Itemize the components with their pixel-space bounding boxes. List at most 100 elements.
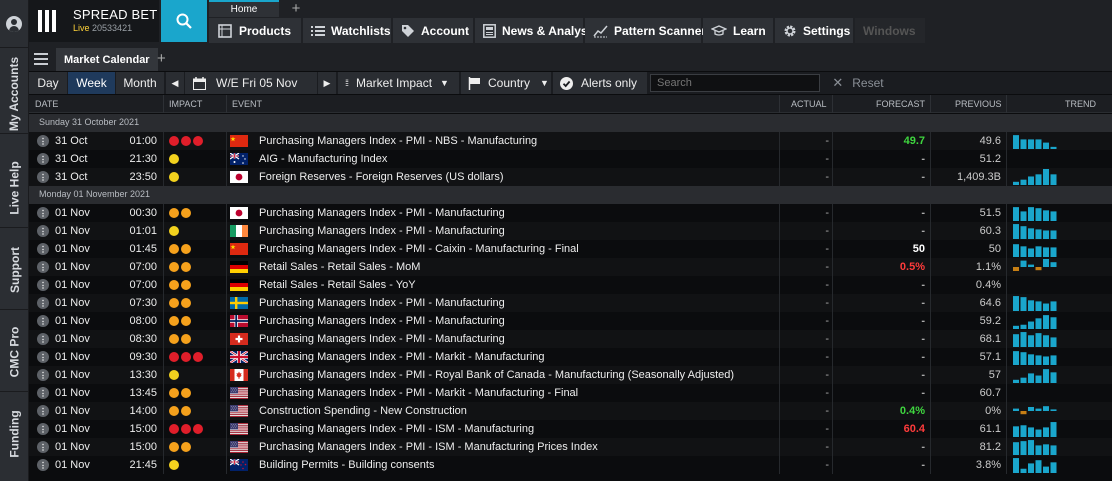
week-selector[interactable]: W/E Fri 05 Nov bbox=[185, 72, 317, 94]
event-time: 13:30 bbox=[129, 369, 157, 381]
table-row[interactable]: ⋮ 01 Nov 14:00 Construction Spending - New … bbox=[29, 402, 1112, 420]
day-view-button[interactable]: Day bbox=[29, 72, 67, 94]
table-row[interactable]: ⋮ 31 Oct 01:00 Purchasing Managers Index - … bbox=[29, 132, 1112, 150]
sidebar-item-cmc-pro[interactable]: CMC Pro bbox=[0, 312, 29, 392]
more-options-icon[interactable]: ⋮ bbox=[37, 387, 49, 399]
more-options-icon[interactable]: ⋮ bbox=[37, 369, 49, 381]
table-row[interactable]: ⋮ 31 Oct 23:50 Foreign Reserves - Foreign R… bbox=[29, 168, 1112, 186]
more-options-icon[interactable]: ⋮ bbox=[37, 405, 49, 417]
nav-pattern-scanner-button[interactable]: Pattern Scanner bbox=[585, 18, 706, 43]
table-row[interactable]: ⋮ 01 Nov 01:01 Purchasing Managers Index - … bbox=[29, 222, 1112, 240]
forecast-value: - bbox=[921, 333, 925, 345]
search-input[interactable] bbox=[650, 74, 820, 92]
more-options-icon[interactable]: ⋮ bbox=[37, 423, 49, 435]
more-options-icon[interactable]: ⋮ bbox=[37, 135, 49, 147]
global-search-button[interactable] bbox=[161, 0, 207, 42]
country-dropdown[interactable]: Country ▼ bbox=[461, 72, 551, 94]
more-options-icon[interactable]: ⋮ bbox=[37, 279, 49, 291]
actual-value: - bbox=[825, 405, 829, 417]
impact-indicator bbox=[169, 136, 205, 146]
hamburger-menu-icon[interactable] bbox=[34, 53, 48, 65]
table-row[interactable]: ⋮ 01 Nov 07:30 Purchasing Managers Index - … bbox=[29, 294, 1112, 312]
add-tab-button[interactable]: + bbox=[281, 0, 311, 17]
nav-learn-button[interactable]: Learn bbox=[703, 18, 773, 43]
nav-watchlists-button[interactable]: Watchlists bbox=[303, 18, 391, 43]
table-row[interactable]: ⋮ 01 Nov 15:00 Purchasing Managers Index - … bbox=[29, 420, 1112, 438]
alerts-only-toggle[interactable]: Alerts only bbox=[553, 72, 647, 94]
column-previous[interactable]: PREVIOUS bbox=[955, 99, 1002, 109]
close-icon: ✕ bbox=[832, 75, 844, 90]
event-name: Foreign Reserves - Foreign Reserves (US … bbox=[259, 171, 504, 183]
table-row[interactable]: ⋮ 01 Nov 07:00 Retail Sales - Retail Sales … bbox=[29, 258, 1112, 276]
table-row[interactable]: ⋮ 01 Nov 13:45 Purchasing Managers Index - … bbox=[29, 384, 1112, 402]
forecast-value: - bbox=[921, 225, 925, 237]
next-week-button[interactable]: ▶ bbox=[318, 72, 336, 94]
more-options-icon[interactable]: ⋮ bbox=[37, 333, 49, 345]
add-panel-button[interactable]: + bbox=[157, 50, 166, 67]
tab-home[interactable]: Home bbox=[209, 0, 279, 17]
column-actual[interactable]: ACTUAL bbox=[791, 99, 827, 109]
trend-bar bbox=[1020, 211, 1027, 221]
reset-button[interactable]: ✕ Reset bbox=[823, 72, 893, 94]
table-row[interactable]: ⋮ 01 Nov 21:45 Building Permits - Building … bbox=[29, 456, 1112, 474]
prev-week-button[interactable]: ◀ bbox=[166, 72, 184, 94]
impact-dot bbox=[181, 442, 191, 452]
column-date[interactable]: DATE bbox=[35, 99, 58, 109]
table-row[interactable]: ⋮ 01 Nov 15:00 Purchasing Managers Index - … bbox=[29, 438, 1112, 456]
country-flag-icon bbox=[230, 279, 248, 291]
sidebar-item-my-accounts[interactable]: My Accounts bbox=[0, 54, 29, 134]
account-info: Live 20533421 bbox=[73, 23, 132, 33]
nav-windows-button[interactable]: Windows bbox=[855, 18, 925, 43]
nav-products-button[interactable]: Products bbox=[209, 18, 301, 43]
table-row[interactable]: ⋮ 01 Nov 09:30 Purchasing Managers Index - … bbox=[29, 348, 1112, 366]
table-row[interactable]: ⋮ 01 Nov 00:30 Purchasing Managers Index - … bbox=[29, 204, 1112, 222]
trend-bar bbox=[1013, 296, 1019, 311]
actual-value: - bbox=[825, 387, 829, 399]
forecast-value: 49.7 bbox=[903, 135, 925, 147]
brand[interactable]: SPREAD BET Live 20533421 bbox=[29, 0, 159, 42]
date-group-header: Sunday 31 October 2021 bbox=[29, 114, 1112, 132]
calendar-toolbar: Day Week Month ◀ W/E Fri 05 Nov ▶ ⁞⁞ Mar… bbox=[29, 72, 1112, 94]
more-options-icon[interactable]: ⋮ bbox=[37, 441, 49, 453]
more-options-icon[interactable]: ⋮ bbox=[37, 243, 49, 255]
table-row[interactable]: ⋮ 01 Nov 07:00 Retail Sales - Retail Sales … bbox=[29, 276, 1112, 294]
table-row[interactable]: ⋮ 01 Nov 08:00 Purchasing Managers Index - … bbox=[29, 312, 1112, 330]
column-trend[interactable]: TREND bbox=[1065, 99, 1096, 109]
event-name: Retail Sales - Retail Sales - YoY bbox=[259, 279, 416, 291]
column-forecast[interactable]: FORECAST bbox=[876, 99, 925, 109]
market-impact-dropdown[interactable]: ⁞⁞ Market Impact ▼ bbox=[338, 72, 459, 94]
panel-tab-market-calendar[interactable]: Market Calendar bbox=[56, 48, 158, 71]
sidebar-item-live-help[interactable]: Live Help bbox=[0, 148, 29, 228]
nav-settings-button[interactable]: Settings bbox=[775, 18, 853, 43]
table-row[interactable]: ⋮ 01 Nov 08:30 Purchasing Managers Index - … bbox=[29, 330, 1112, 348]
more-options-icon[interactable]: ⋮ bbox=[37, 351, 49, 363]
column-impact[interactable]: IMPACT bbox=[169, 99, 202, 109]
more-options-icon[interactable]: ⋮ bbox=[37, 459, 49, 471]
sidebar-item-funding[interactable]: Funding bbox=[0, 394, 29, 474]
more-options-icon[interactable]: ⋮ bbox=[37, 225, 49, 237]
user-profile-button[interactable] bbox=[0, 0, 28, 48]
event-time: 13:45 bbox=[129, 387, 157, 399]
trend-bar bbox=[1020, 139, 1027, 149]
event-time: 15:00 bbox=[129, 441, 157, 453]
more-options-icon[interactable]: ⋮ bbox=[37, 297, 49, 309]
more-options-icon[interactable]: ⋮ bbox=[37, 171, 49, 183]
table-row[interactable]: ⋮ 31 Oct 21:30 AIG - Manufacturing Index - - 5… bbox=[29, 150, 1112, 168]
trend-bar bbox=[1013, 426, 1019, 437]
month-view-button[interactable]: Month bbox=[116, 72, 164, 94]
table-row[interactable]: ⋮ 01 Nov 01:45 Purchasing Managers Index - … bbox=[29, 240, 1112, 258]
nav-news-analysis-button[interactable]: News & Analysis bbox=[475, 18, 598, 43]
more-options-icon[interactable]: ⋮ bbox=[37, 315, 49, 327]
table-row[interactable]: ⋮ 01 Nov 13:30 Purchasing Managers Index - … bbox=[29, 366, 1112, 384]
nav-account-button[interactable]: Account bbox=[393, 18, 473, 43]
column-event[interactable]: EVENT bbox=[232, 99, 262, 109]
sidebar-item-support[interactable]: Support bbox=[0, 230, 29, 310]
more-options-icon[interactable]: ⋮ bbox=[37, 207, 49, 219]
more-options-icon[interactable]: ⋮ bbox=[37, 261, 49, 273]
trend-bar bbox=[1035, 267, 1042, 271]
top-bar: SPREAD BET Live 20533421 Home + Products… bbox=[29, 0, 1112, 48]
trend-bar bbox=[1020, 441, 1027, 455]
event-name: Purchasing Managers Index - PMI - Caixin… bbox=[259, 243, 579, 255]
more-options-icon[interactable]: ⋮ bbox=[37, 153, 49, 165]
week-view-button[interactable]: Week bbox=[68, 72, 115, 94]
